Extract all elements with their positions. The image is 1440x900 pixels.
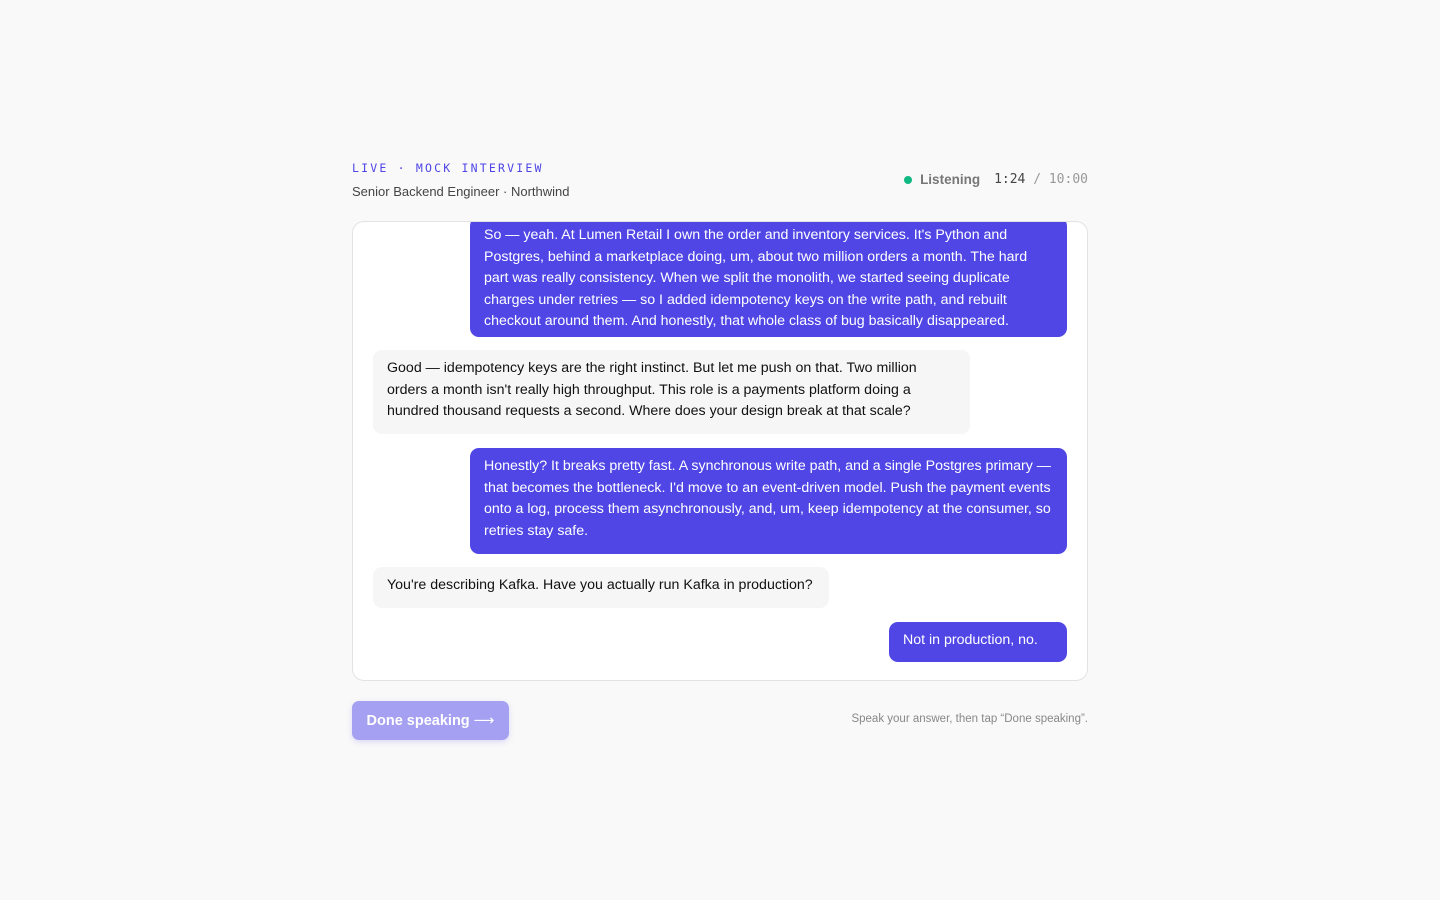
done-speaking-button[interactable]: Done speaking ⟶ (352, 701, 509, 740)
session-eyebrow: LIVE · MOCK INTERVIEW (352, 161, 544, 175)
status-label: Listening (920, 172, 981, 187)
interviewer-message: You're describing Kafka. Have you actual… (373, 567, 829, 608)
interview-header: LIVE · MOCK INTERVIEW Senior Backend Eng… (352, 160, 1088, 222)
timer-total: 10:00 (1048, 172, 1088, 187)
listening-status: Listening 1:24 / 10:00 (904, 172, 1088, 187)
role-subtitle: Senior Backend Engineer · Northwind (352, 184, 570, 199)
done-speaking-label: Done speaking (366, 712, 470, 729)
instruction-hint: Speak your answer, then tap “Done speaki… (851, 713, 1088, 725)
transcript-panel[interactable]: So — yeah. At Lumen Retail I own the ord… (352, 221, 1088, 681)
interview-footer: Done speaking ⟶ Speak your answer, then … (352, 701, 1088, 741)
listening-dot-icon (904, 175, 913, 184)
interview-stage: LIVE · MOCK INTERVIEW Senior Backend Eng… (352, 160, 1088, 740)
candidate-message-live: Not in production, no. ... (889, 622, 1067, 670)
timer-separator: / (1033, 172, 1042, 187)
candidate-message: Honestly? It breaks pretty fast. A synch… (470, 448, 1067, 554)
candidate-message: So — yeah. At Lumen Retail I own the ord… (470, 222, 1067, 337)
timer-elapsed: 1:24 (994, 172, 1026, 187)
interviewer-message: Good — idempotency keys are the right in… (373, 350, 970, 434)
arrow-right-icon: ⟶ (473, 712, 495, 729)
session-timer: 1:24 / 10:00 (994, 172, 1088, 187)
